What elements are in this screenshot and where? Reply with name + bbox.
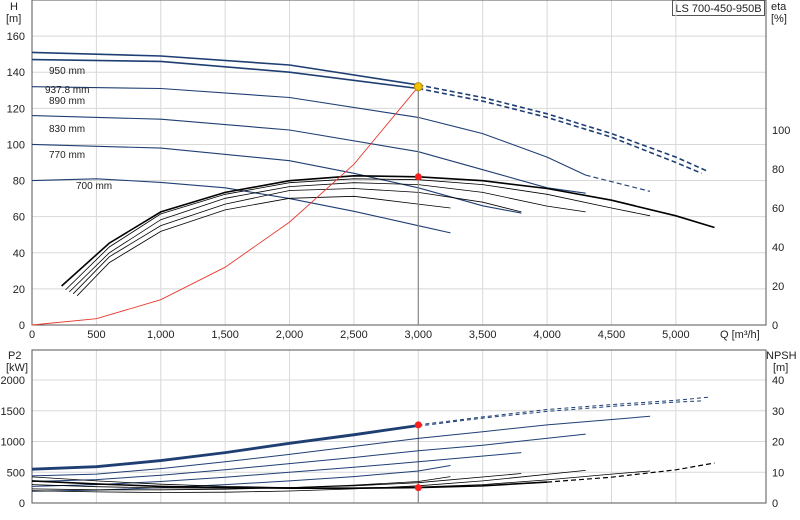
duty-point-power [414, 421, 422, 429]
tick-labels: 0 500 1,000 1,500 2,000 2,500 3,000 3,500 4,000 4… [1, 31, 791, 510]
x-tick-label: 1,500 [211, 329, 239, 341]
x-tick-label: 1,000 [147, 329, 175, 341]
bottom-y-right-tick-label: 0 [772, 498, 778, 510]
x-tick-label: 500 [87, 329, 105, 341]
top-y-tick-label: 60 [13, 212, 25, 224]
bottom-y-left-label-line2: [kW] [6, 362, 28, 374]
efficiency-curve-series [65, 178, 651, 291]
x-tick-label: 3,000 [405, 329, 433, 341]
curve-label-937-8: 937.8 mm [45, 85, 89, 96]
top-y-right-tick-label: 20 [772, 281, 784, 293]
axis-labels: H [m] eta [%] Q [m³/h] P2 [kW] NPSH [m] [6, 1, 797, 374]
top-y-left-label-line2: [m] [6, 13, 21, 25]
top-plot-frame [31, 0, 767, 326]
x-tick-label: 4,500 [598, 329, 626, 341]
top-y-right-tick-label: 100 [772, 125, 790, 137]
curve-label-890: 890 mm [49, 96, 85, 107]
head-curve-series-extended [418, 87, 702, 175]
top-y-tick-label: 80 [13, 176, 25, 188]
power-curve-series [31, 415, 651, 477]
head-curve-series [31, 86, 586, 176]
efficiency-curve-series [76, 195, 451, 297]
top-y-right-tick-label: 40 [772, 242, 784, 254]
head-curve-series-extended [585, 174, 651, 192]
top-y-right-tick-label: 80 [772, 164, 784, 176]
top-y-tick-label: 100 [7, 139, 25, 151]
bottom-y-right-label-line1: NPSH [766, 350, 797, 362]
top-y-right-label-line1: eta [771, 1, 787, 13]
efficiency-curve-series [72, 188, 522, 295]
bottom-y-right-tick-label: 20 [772, 437, 784, 449]
bottom-y-tick-label: 1500 [1, 406, 25, 418]
x-tick-label: 2,000 [276, 329, 304, 341]
x-tick-label: 2,500 [340, 329, 368, 341]
bottom-y-tick-label: 2000 [1, 375, 25, 387]
curve-label-830: 830 mm [49, 124, 85, 135]
top-y-tick-label: 140 [7, 67, 25, 79]
pump-curve-figure: LS 700-450-950B 0 500 1,000 1,500 2,000 2,500… [0, 0, 800, 520]
bottom-plot-frame [31, 349, 767, 504]
curve-labels: 950 mm 937.8 mm 890 mm 830 mm 770 mm 700… [45, 66, 112, 192]
top-y-right-tick-label: 60 [772, 203, 784, 215]
efficiency-curve-series [69, 182, 586, 293]
top-y-left-label-line1: H [10, 1, 18, 13]
curve-label-770: 770 mm [49, 150, 85, 161]
pump-performance-chart: 0 500 1,000 1,500 2,000 2,500 3,000 3,500 4,000 4… [1, 0, 797, 510]
curve-label-950: 950 mm [49, 66, 85, 77]
top-y-right-tick-label: 0 [772, 320, 778, 332]
bottom-y-right-tick-label: 40 [772, 375, 784, 387]
top-y-tick-label: 40 [13, 248, 25, 260]
power-curve-series-extended [418, 400, 702, 427]
curve-label-700: 700 mm [76, 181, 112, 192]
bottom-y-left-label-line1: P2 [8, 350, 21, 362]
x-tick-label: 3,500 [469, 329, 497, 341]
series-layer [31, 51, 715, 503]
x-axis-label: Q [m³/h] [720, 329, 760, 341]
bottom-y-right-label-line2: [m] [773, 362, 788, 374]
duty-point-npsh [414, 484, 422, 492]
top-y-right-label-line2: [%] [771, 13, 787, 25]
bottom-y-tick-label: 1000 [1, 437, 25, 449]
bottom-y-right-tick-label: 30 [772, 406, 784, 418]
bottom-y-tick-label: 0 [19, 498, 25, 510]
duty-point-efficiency [414, 173, 422, 181]
bottom-y-right-tick-label: 10 [772, 467, 784, 479]
x-tick-label: 5,000 [662, 329, 690, 341]
top-y-tick-label: 160 [7, 31, 25, 43]
duty-point-head [413, 82, 423, 92]
x-tick-label: 4,000 [533, 329, 561, 341]
top-y-tick-label: 120 [7, 103, 25, 115]
top-y-tick-label: 0 [19, 320, 25, 332]
efficiency-curve-series [61, 174, 715, 287]
x-tick-label: 0 [29, 329, 35, 341]
top-y-tick-label: 20 [13, 284, 25, 296]
bottom-y-tick-label: 500 [7, 467, 25, 479]
